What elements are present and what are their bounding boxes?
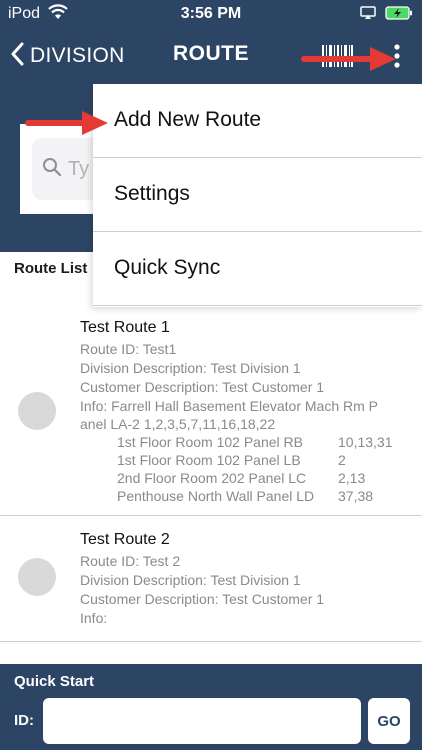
menu-item-settings[interactable]: Settings <box>93 158 422 232</box>
search-placeholder: Ty <box>68 157 90 180</box>
search-icon <box>42 157 62 182</box>
route-select-radio[interactable] <box>18 558 56 596</box>
route-info: Info: Farrell Hall Basement Elevator Mac… <box>80 398 378 414</box>
quick-start-id-input[interactable] <box>43 698 361 744</box>
battery-charging-icon <box>385 6 413 25</box>
route-select-radio[interactable] <box>18 392 56 430</box>
route-name: Test Route 1 <box>80 319 170 336</box>
info-panel: 1st Floor Room 102 Panel LB <box>117 452 301 468</box>
screen-mirror-icon <box>360 6 376 25</box>
route-customer: Customer Description: Test Customer 1 <box>80 379 325 395</box>
route-id: Route ID: Test1 <box>80 341 177 357</box>
route-id: Route ID: Test 2 <box>80 553 181 569</box>
info-values: 37,38 <box>338 488 374 504</box>
route-customer: Customer Description: Test Customer 1 <box>80 591 325 607</box>
annotation-arrow-icon <box>301 47 396 71</box>
menu-item-label: Add New Route <box>114 108 262 131</box>
info-values: 2 <box>338 452 346 468</box>
annotation-arrow-icon <box>25 111 108 135</box>
route-list-heading: Route List <box>14 260 88 277</box>
quick-start-id-label: ID: <box>14 712 34 729</box>
options-menu: Add New Route Settings Quick Sync <box>93 84 422 307</box>
status-bar: iPod 3:56 PM <box>0 0 422 28</box>
route-info: Info: <box>80 610 108 626</box>
route-division: Division Description: Test Division 1 <box>80 572 301 588</box>
info-panel: Penthouse North Wall Panel LD <box>117 488 315 504</box>
route-info-continued: anel LA-2 1,2,3,5,7,11,16,18,22 <box>80 416 276 432</box>
quick-start-panel: Quick Start ID: GO <box>0 664 422 750</box>
info-panel: 2nd Floor Room 202 Panel LC <box>117 470 307 486</box>
route-division: Division Description: Test Division 1 <box>80 360 301 376</box>
route-list-item[interactable]: Test Route 1 Route ID: Test1 Division De… <box>0 306 422 516</box>
status-time: 3:56 PM <box>180 5 242 22</box>
info-values: 2,13 <box>338 470 366 486</box>
menu-item-quick-sync[interactable]: Quick Sync <box>93 232 422 306</box>
route-name: Test Route 2 <box>80 531 170 548</box>
go-button[interactable]: GO <box>368 698 410 744</box>
info-values: 10,13,31 <box>338 434 393 450</box>
info-panel: 1st Floor Room 102 Panel RB <box>117 434 303 450</box>
route-list-item[interactable]: Test Route 2 Route ID: Test 2 Division D… <box>0 516 422 642</box>
menu-item-add-new-route[interactable]: Add New Route <box>93 84 422 158</box>
quick-start-title: Quick Start <box>14 673 95 690</box>
menu-item-label: Settings <box>114 182 190 205</box>
menu-item-label: Quick Sync <box>114 256 221 279</box>
